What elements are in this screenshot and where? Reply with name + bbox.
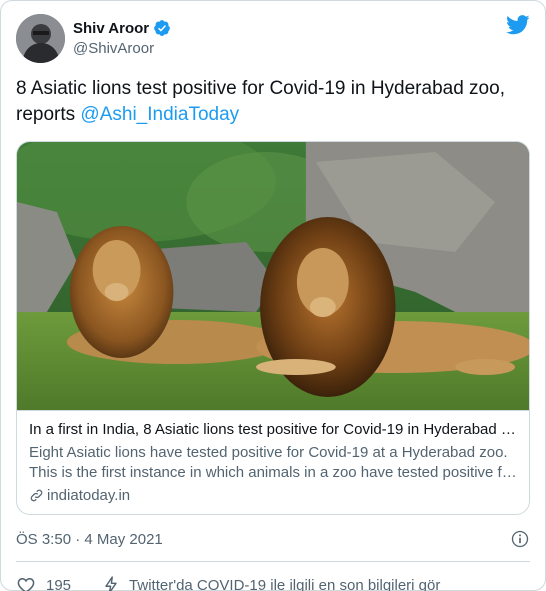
timestamp[interactable]: ÖS 3:50 · 4 May 2021 [16,531,163,548]
tweet-header: Shiv Aroor @ShivAroor [16,13,530,63]
link-card[interactable]: In a first in India, 8 Asiatic lions tes… [16,141,530,515]
verified-badge-icon [154,20,170,36]
covid-info-text[interactable]: Twitter'da COVID-19 ile ilgili en son bi… [129,577,440,591]
mention-link[interactable]: @Ashi_IndiaToday [80,104,239,125]
heart-icon [17,577,35,591]
author-name-row: Shiv Aroor [73,19,171,37]
tweet-meta: ÖS 3:50 · 4 May 2021 [16,527,530,551]
card-domain-row[interactable]: indiatoday.in [29,487,517,504]
tweet-text: 8 Asiatic lions test positive for Covid-… [16,76,530,128]
card-domain[interactable]: indiatoday.in [47,487,130,504]
card-title[interactable]: In a first in India, 8 Asiatic lions tes… [29,420,517,440]
twitter-bird-icon[interactable] [506,15,530,35]
lightning-icon [105,576,117,591]
card-description-line2: This is the first instance in which anim… [29,464,517,481]
avatar[interactable] [16,13,65,63]
author-info: Shiv Aroor @ShivAroor [73,19,171,57]
info-icon[interactable] [510,529,530,549]
card-description: Eight Asiatic lions have tested positive… [29,443,517,483]
card-image[interactable] [17,142,529,410]
covid-info-link[interactable]: Twitter'da COVID-19 ile ilgili en son bi… [101,575,440,591]
author-name[interactable]: Shiv Aroor [73,20,149,37]
tweet-actions: 195 Twitter'da COVID-19 ile ilgili en so… [16,562,530,591]
link-icon [30,489,43,502]
tweet-embed: Shiv Aroor @ShivAroor 8 Asiatic lions te… [0,0,546,591]
author-handle[interactable]: @ShivAroor [73,40,171,57]
like-count: 195 [46,576,72,591]
card-body[interactable]: In a first in India, 8 Asiatic lions tes… [17,410,529,514]
card-description-line1: Eight Asiatic lions have tested positive… [29,444,508,461]
like-button[interactable]: 195 [16,575,71,591]
